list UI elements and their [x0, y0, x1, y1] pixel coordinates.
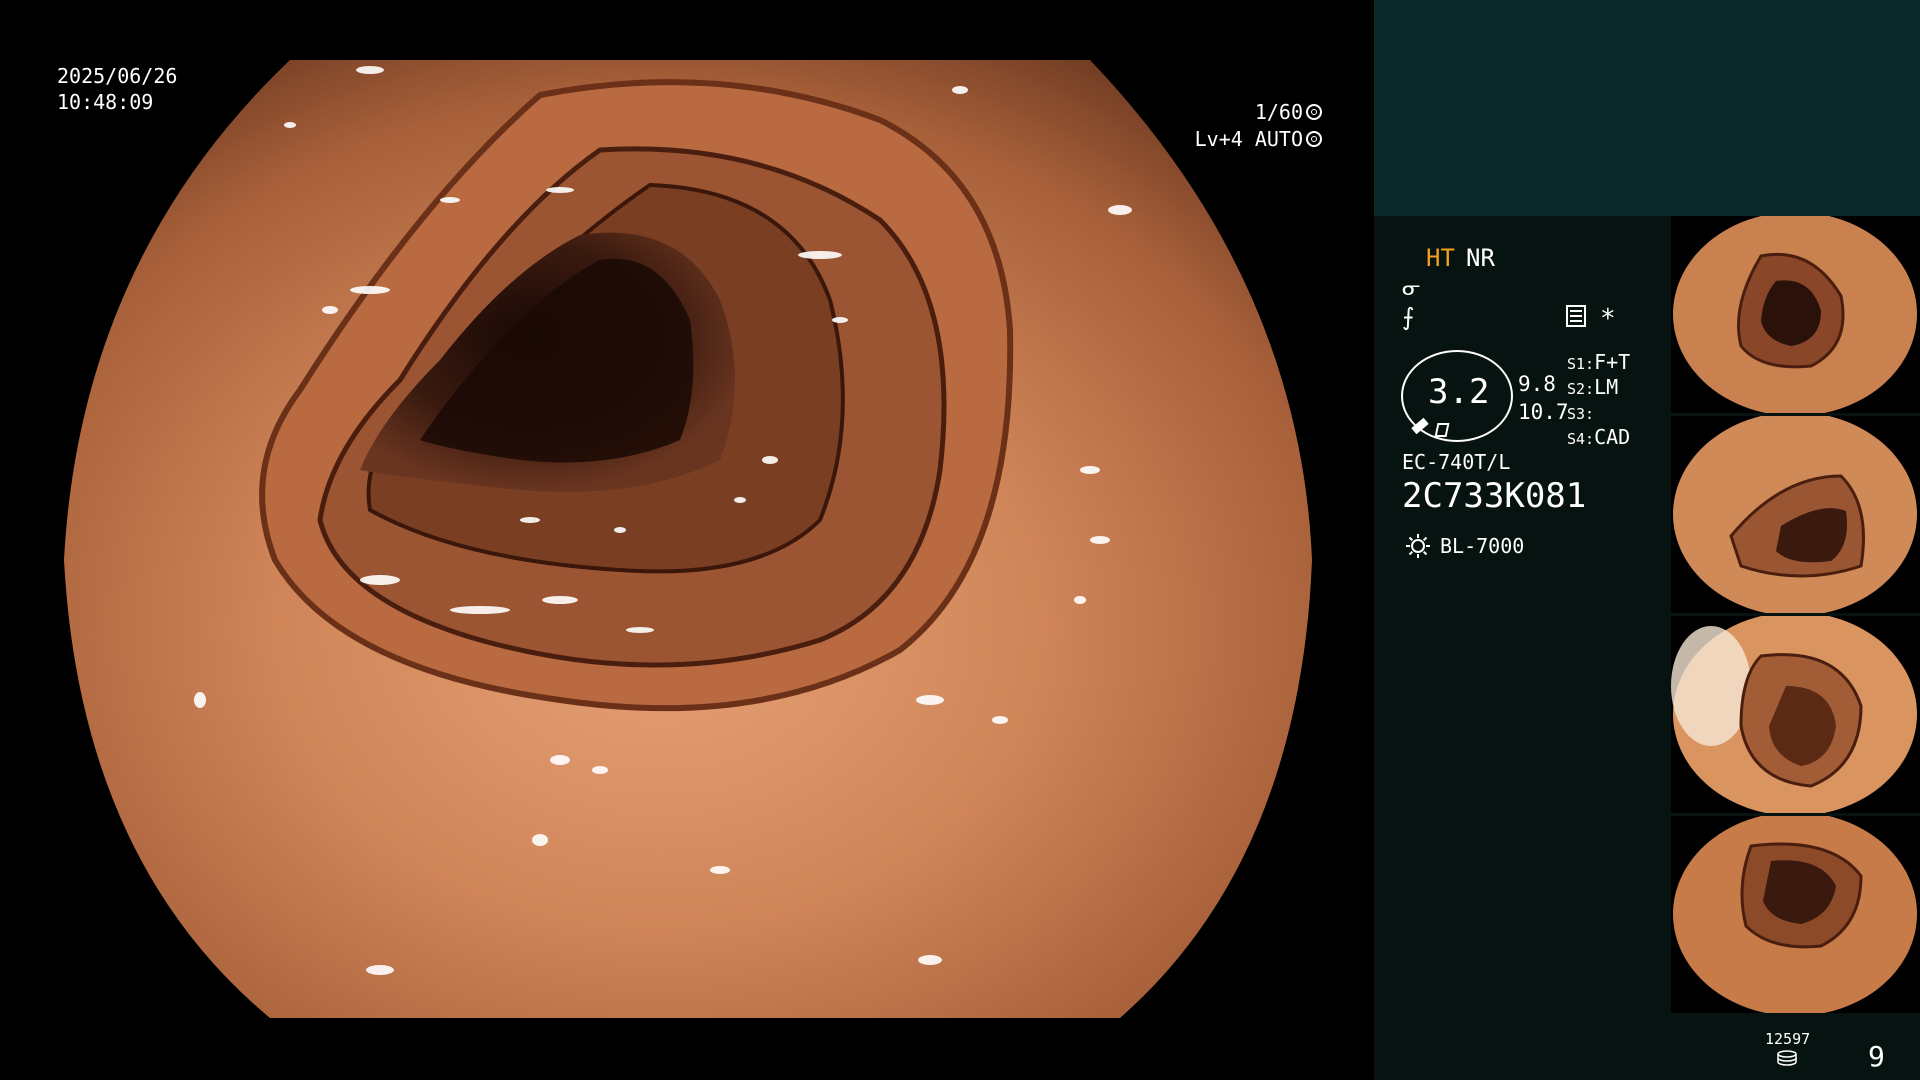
switch-key: S2: [1567, 380, 1595, 398]
color-tone-icon: ⨍ [1402, 303, 1415, 331]
switch-key: S4: [1567, 430, 1595, 448]
asterisk-icon: * [1600, 304, 1616, 334]
nr-mode-label: NR [1466, 244, 1495, 272]
thumbnail-image [1671, 816, 1920, 1013]
endoscopic-image [64, 60, 1312, 1018]
capture-thumbnail[interactable] [1671, 216, 1920, 413]
auto-iris-icon [1306, 131, 1322, 147]
scope-model: EC-740T/L [1402, 450, 1511, 474]
light-source-model: BL-7000 [1440, 534, 1525, 558]
endoscope-view: 2025/06/26 10:48:09 1/60 Lv+4 AUTO [0, 0, 1374, 1080]
switch-row: S3: [1567, 400, 1594, 424]
panel-header-area [1374, 0, 1920, 216]
ht-mode-label: HT [1426, 244, 1455, 272]
exposure-info: 1/60 Lv+4 AUTO [1195, 99, 1322, 153]
switch-value: F+T [1594, 350, 1631, 374]
scope-serial: 2C733K081 [1402, 476, 1587, 516]
switch-value: LM [1594, 375, 1619, 399]
enhancement-icon: ᓂ [1402, 276, 1421, 301]
light-source-icon [1406, 534, 1430, 558]
exposure-level: Lv+4 AUTO [1194, 127, 1303, 151]
time-text: 10:48:09 [57, 90, 154, 114]
thumbnail-image [1671, 616, 1920, 813]
thumbnail-image [1671, 416, 1920, 613]
datetime: 2025/06/26 10:48:09 [57, 63, 177, 115]
switch-key: S3: [1567, 405, 1595, 423]
switch-key: S1: [1567, 355, 1595, 373]
switch-row: S1:F+T [1567, 350, 1630, 374]
gauge-value: 3.2 [1428, 372, 1490, 412]
switch-row: S4:CAD [1567, 425, 1630, 449]
page-number: 9 [1868, 1040, 1885, 1073]
switch-value: CAD [1594, 425, 1631, 449]
shutter-speed: 1/60 [1254, 100, 1303, 124]
date-text: 2025/06/26 [57, 64, 178, 88]
capture-thumbnail[interactable] [1671, 616, 1920, 813]
capture-thumbnail[interactable] [1671, 816, 1920, 1013]
switch-row: S2:LM [1567, 375, 1618, 399]
gauge-side-value-1: 9.8 [1518, 372, 1556, 396]
gauge-side-value-2: 10.7 [1518, 400, 1569, 424]
capture-thumbnail[interactable] [1671, 416, 1920, 613]
storage-icon [1777, 1050, 1797, 1066]
thumbnail-image [1671, 216, 1920, 413]
menu-icon [1566, 305, 1586, 327]
aperture-icon [1306, 104, 1322, 120]
image-count: 12597 [1765, 1030, 1811, 1048]
